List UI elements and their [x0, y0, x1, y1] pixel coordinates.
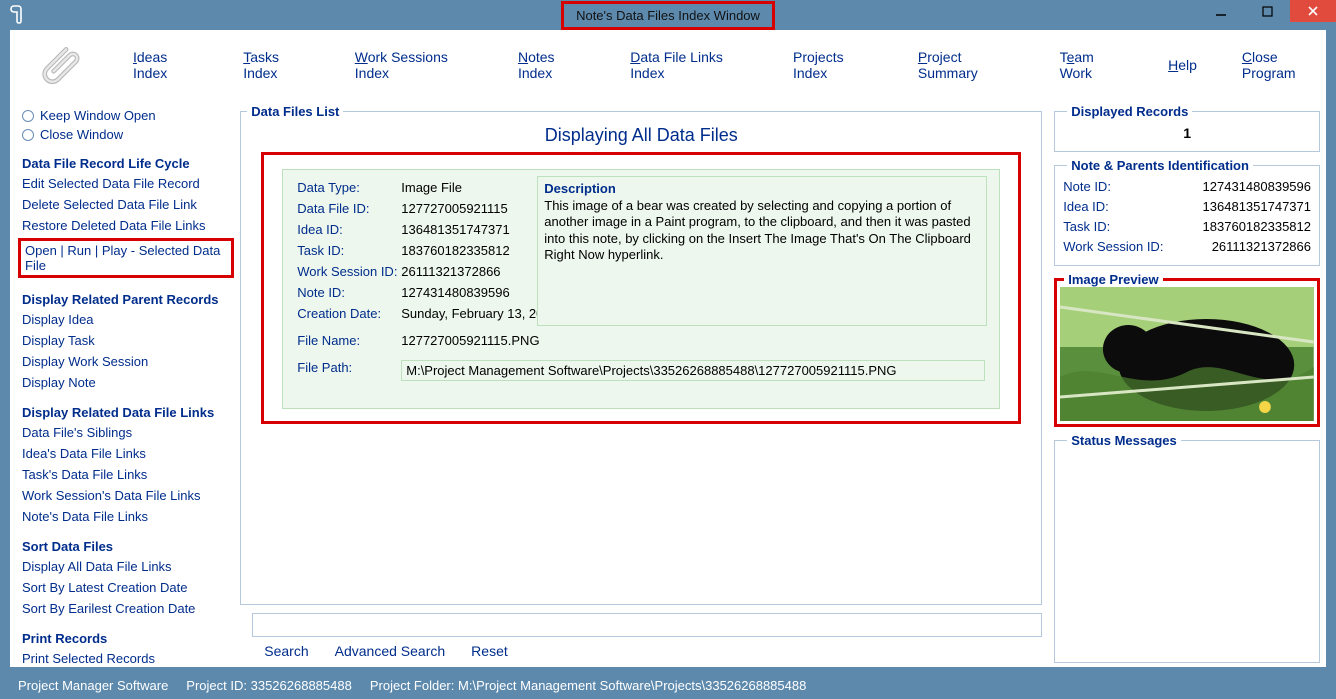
label-file-path: File Path: — [297, 360, 401, 381]
sidebar: Keep Window Open Close Window Data File … — [16, 104, 234, 663]
list-heading: Displaying All Data Files — [241, 125, 1041, 146]
link-tasks-links[interactable]: Task's Data File Links — [22, 466, 230, 483]
search-input[interactable] — [252, 613, 1042, 637]
value-task-id: 183760182335812 — [401, 243, 509, 258]
menu-ideas-index[interactable]: Ideas Index — [133, 49, 198, 81]
menu-close-program[interactable]: Close Program — [1242, 49, 1326, 81]
data-files-list-legend: Data Files List — [247, 104, 343, 119]
status-project-folder: Project Folder: M:\Project Management So… — [370, 678, 807, 693]
image-preview-group: Image Preview — [1054, 272, 1320, 427]
section-print: Print Records — [22, 631, 230, 646]
label-note-id: Note ID: — [297, 285, 401, 300]
link-sort-latest[interactable]: Sort By Latest Creation Date — [22, 579, 230, 596]
advanced-search-link[interactable]: Advanced Search — [335, 643, 446, 659]
reset-link[interactable]: Reset — [471, 643, 508, 659]
link-ideas-links[interactable]: Idea's Data File Links — [22, 445, 230, 462]
status-app-name: Project Manager Software — [18, 678, 168, 693]
status-messages-label: Status Messages — [1067, 433, 1181, 448]
label-data-file-id: Data File ID: — [297, 201, 401, 216]
menu-notes-index[interactable]: Notes Index — [518, 49, 585, 81]
menu-projects-index[interactable]: Projects Index — [793, 49, 873, 81]
label-note-id-r: Note ID: — [1063, 179, 1169, 194]
value-data-file-id: 127727005921115 — [401, 201, 508, 216]
radio-keep-window-open[interactable]: Keep Window Open — [22, 108, 230, 123]
link-display-all[interactable]: Display All Data File Links — [22, 558, 230, 575]
value-data-type: Image File — [401, 180, 462, 195]
selected-record-frame: Data Type: Image File Data File ID: 1277… — [261, 152, 1021, 424]
record-card[interactable]: Data Type: Image File Data File ID: 1277… — [282, 169, 1000, 409]
link-print-selected[interactable]: Print Selected Records — [22, 650, 230, 667]
label-creation-date: Creation Date: — [297, 306, 401, 321]
section-parents: Display Related Parent Records — [22, 292, 230, 307]
link-sort-earliest[interactable]: Sort By Earilest Creation Date — [22, 600, 230, 617]
window-title: Note's Data Files Index Window — [561, 1, 775, 30]
search-link[interactable]: Search — [264, 643, 308, 659]
value-idea-id-r: 136481351747371 — [1169, 199, 1311, 214]
status-project-id: Project ID: 33526268885488 — [186, 678, 352, 693]
value-file-path: M:\Project Management Software\Projects\… — [401, 360, 985, 381]
label-task-id-r: Task ID: — [1063, 219, 1169, 234]
value-task-id-r: 183760182335812 — [1169, 219, 1311, 234]
label-description: Description — [544, 181, 980, 196]
link-delete-link[interactable]: Delete Selected Data File Link — [22, 196, 230, 213]
displayed-records-group: Displayed Records 1 — [1054, 104, 1320, 152]
link-notes-links[interactable]: Note's Data File Links — [22, 508, 230, 525]
menu-team-work[interactable]: Team Work — [1060, 49, 1124, 81]
menu-tasks-index[interactable]: Tasks Index — [243, 49, 310, 81]
ids-group: Note & Parents Identification Note ID:12… — [1054, 158, 1320, 266]
value-description: This image of a bear was created by sele… — [544, 198, 980, 263]
image-preview — [1060, 287, 1314, 421]
status-messages-group: Status Messages — [1054, 433, 1320, 663]
description-box: Description This image of a bear was cre… — [537, 176, 987, 326]
ids-group-label: Note & Parents Identification — [1067, 158, 1253, 173]
link-ws-links[interactable]: Work Session's Data File Links — [22, 487, 230, 504]
search-area: Search Advanced Search Reset — [252, 613, 1042, 659]
section-sort: Sort Data Files — [22, 539, 230, 554]
link-display-task[interactable]: Display Task — [22, 332, 230, 349]
displayed-records-count: 1 — [1063, 125, 1311, 145]
label-idea-id: Idea ID: — [297, 222, 401, 237]
label-file-name: File Name: — [297, 333, 401, 348]
link-display-work-session[interactable]: Display Work Session — [22, 353, 230, 370]
section-lifecycle: Data File Record Life Cycle — [22, 156, 230, 171]
value-note-id: 127431480839596 — [401, 285, 509, 300]
maximize-button[interactable] — [1244, 0, 1290, 22]
menu-work-sessions-index[interactable]: Work Sessions Index — [355, 49, 473, 81]
radio-close-window[interactable]: Close Window — [22, 127, 230, 142]
displayed-records-label: Displayed Records — [1067, 104, 1192, 119]
label-ws-id: Work Session ID: — [297, 264, 401, 279]
value-ws-id-r: 26111321372866 — [1169, 239, 1311, 254]
data-files-list-group: Data Files List Displaying All Data File… — [240, 104, 1042, 605]
paperclip-icon — [38, 40, 88, 90]
link-siblings[interactable]: Data File's Siblings — [22, 424, 230, 441]
label-data-type: Data Type: — [297, 180, 401, 195]
minimize-button[interactable] — [1198, 0, 1244, 22]
app-window: Note's Data Files Index Window Idea — [0, 0, 1336, 699]
link-open-run-play[interactable]: Open | Run | Play - Selected Data File — [18, 238, 234, 278]
value-idea-id: 136481351747371 — [401, 222, 509, 237]
value-note-id-r: 127431480839596 — [1169, 179, 1311, 194]
main-content: Data Files List Displaying All Data File… — [240, 104, 1048, 663]
statusbar: Project Manager Software Project ID: 335… — [0, 672, 1336, 699]
section-links: Display Related Data File Links — [22, 405, 230, 420]
right-column: Displayed Records 1 Note & Parents Ident… — [1054, 104, 1320, 663]
label-ws-id-r: Work Session ID: — [1063, 239, 1169, 254]
link-restore-links[interactable]: Restore Deleted Data File Links — [22, 217, 230, 234]
menu-help[interactable]: Help — [1168, 57, 1197, 73]
link-display-note[interactable]: Display Note — [22, 374, 230, 391]
titlebar: Note's Data Files Index Window — [0, 0, 1336, 30]
image-preview-label: Image Preview — [1064, 272, 1162, 287]
label-idea-id-r: Idea ID: — [1063, 199, 1169, 214]
close-button[interactable] — [1290, 0, 1336, 22]
link-edit-record[interactable]: Edit Selected Data File Record — [22, 175, 230, 192]
menu-data-file-links-index[interactable]: Data File Links Index — [630, 49, 748, 81]
value-ws-id: 26111321372866 — [401, 264, 500, 279]
client-area: Ideas Index Tasks Index Work Sessions In… — [10, 30, 1326, 667]
menu-project-summary[interactable]: Project Summary — [918, 49, 1015, 81]
main-menu: Ideas Index Tasks Index Work Sessions In… — [10, 30, 1326, 100]
link-display-idea[interactable]: Display Idea — [22, 311, 230, 328]
label-task-id: Task ID: — [297, 243, 401, 258]
value-file-name: 127727005921115.PNG — [401, 333, 539, 348]
